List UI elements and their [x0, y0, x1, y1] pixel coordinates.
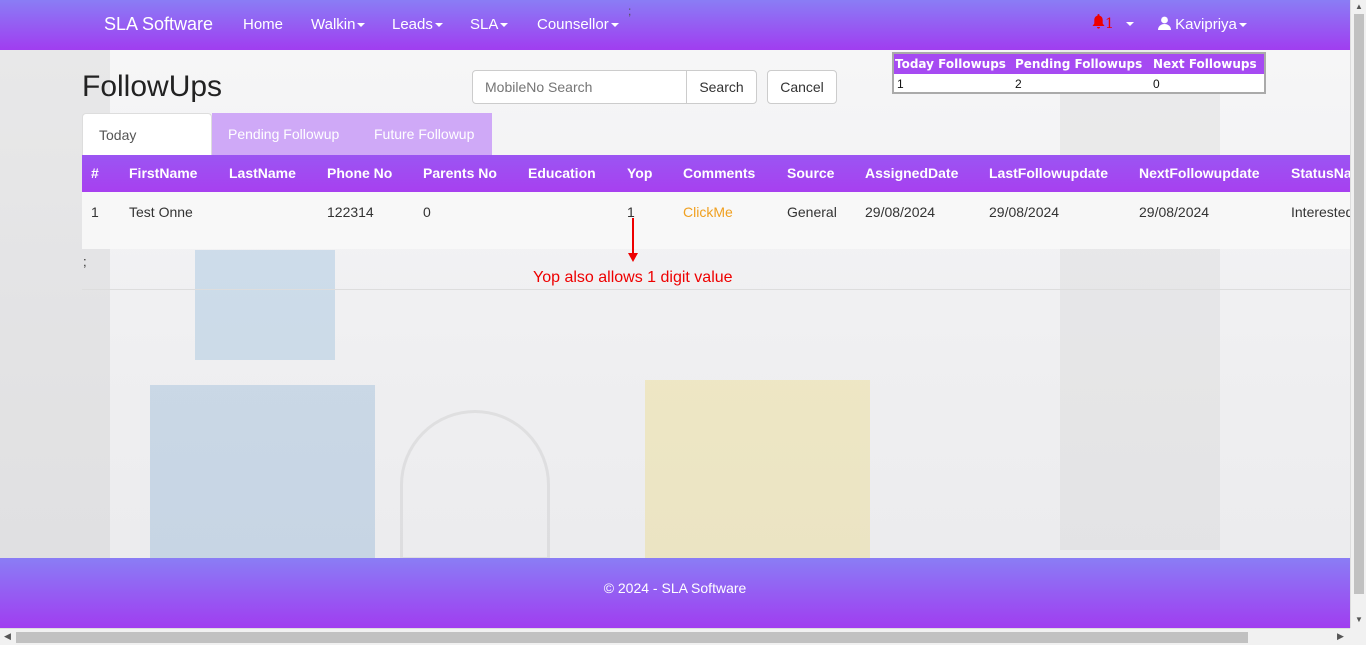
- chevron-down-icon: [357, 23, 366, 28]
- col-next-followup[interactable]: NextFollowupdate: [1139, 165, 1260, 181]
- scroll-up-icon[interactable]: ▲: [1355, 2, 1363, 11]
- chevron-down-icon: [500, 23, 509, 28]
- cancel-button[interactable]: Cancel: [767, 70, 837, 104]
- cell-number: 1: [91, 204, 99, 220]
- nav-sla[interactable]: SLA: [470, 16, 509, 33]
- horizontal-scrollbar[interactable]: ◀ ▶: [0, 628, 1350, 645]
- col-comments[interactable]: Comments: [683, 165, 755, 181]
- vertical-scroll-thumb[interactable]: [1354, 14, 1364, 594]
- col-number[interactable]: #: [91, 165, 99, 181]
- cell-last-followup: 29/08/2024: [989, 204, 1060, 220]
- chevron-down-icon: [1126, 22, 1135, 27]
- chevron-down-icon: [1238, 23, 1247, 28]
- top-navbar: SLA Software Home Walkin Leads SLA Couns…: [0, 0, 1350, 50]
- stray-text: ;: [628, 4, 632, 18]
- summary-value-pending: 2: [1015, 77, 1022, 91]
- cell-phone: 122314: [327, 204, 374, 220]
- cell-firstname: Test Onne: [129, 204, 193, 220]
- cell-parents-no: 0: [423, 204, 431, 220]
- clickme-link[interactable]: ClickMe: [683, 204, 733, 220]
- col-status[interactable]: StatusName: [1291, 165, 1350, 181]
- scroll-right-icon[interactable]: ▶: [1337, 631, 1344, 642]
- cell-next-followup: 29/08/2024: [1139, 204, 1210, 220]
- arrow-down-icon: [628, 253, 638, 262]
- col-education[interactable]: Education: [528, 165, 596, 181]
- search-button[interactable]: Search: [686, 70, 757, 104]
- annotation-text: Yop also allows 1 digit value: [533, 269, 733, 286]
- cell-status: Interested: [1291, 204, 1350, 220]
- page-footer: © 2024 - SLA Software: [0, 558, 1350, 628]
- col-yop[interactable]: Yop: [627, 165, 652, 181]
- mobile-search-input[interactable]: [472, 70, 688, 104]
- user-name: Kavipriya: [1175, 16, 1237, 33]
- col-assigned-date[interactable]: AssignedDate: [865, 165, 958, 181]
- vertical-scrollbar[interactable]: ▲ ▼: [1350, 0, 1366, 628]
- horizontal-scroll-thumb[interactable]: [16, 632, 1248, 643]
- followup-summary-table: Today Followups Pending Followups Next F…: [892, 52, 1266, 94]
- nav-leads-label: Leads: [392, 16, 433, 33]
- col-firstname[interactable]: FirstName: [129, 165, 197, 181]
- summary-header-next: Next Followups: [1153, 57, 1257, 71]
- summary-header-row: Today Followups Pending Followups Next F…: [894, 54, 1264, 74]
- tab-future-followup[interactable]: Future Followup: [358, 113, 492, 155]
- summary-value-next: 0: [1153, 77, 1160, 91]
- nav-sla-label: SLA: [470, 16, 499, 33]
- user-menu[interactable]: Kavipriya: [1158, 16, 1247, 33]
- summary-header-pending: Pending Followups: [1015, 57, 1143, 71]
- col-source[interactable]: Source: [787, 165, 834, 181]
- divider: [82, 289, 1350, 290]
- annotation-arrow: [632, 218, 634, 254]
- user-icon: [1158, 16, 1171, 30]
- nav-counsellor-label: Counsellor: [537, 16, 609, 33]
- scroll-left-icon[interactable]: ◀: [4, 631, 11, 642]
- brand-link[interactable]: SLA Software: [104, 14, 213, 35]
- col-parents-no[interactable]: Parents No: [423, 165, 497, 181]
- table-header-row: # FirstName LastName Phone No Parents No…: [82, 155, 1350, 192]
- scroll-down-icon[interactable]: ▼: [1355, 615, 1363, 624]
- nav-home-label: Home: [243, 16, 284, 33]
- nav-home[interactable]: Home: [243, 16, 283, 33]
- nav-walkin[interactable]: Walkin: [311, 16, 366, 33]
- chevron-down-icon: [610, 23, 619, 28]
- nav-counsellor[interactable]: Counsellor: [537, 16, 619, 33]
- table-row: 1 Test Onne 122314 0 1 ClickMe General 2…: [82, 192, 1350, 249]
- tab-pending-followup[interactable]: Pending Followup: [212, 113, 358, 155]
- summary-header-today: Today Followups: [895, 57, 1006, 71]
- cell-assigned-date: 29/08/2024: [865, 204, 936, 220]
- chevron-down-icon: [434, 23, 443, 28]
- stray-text: ;: [83, 254, 87, 269]
- tab-today-followup[interactable]: Today Followup: [82, 113, 212, 185]
- col-phone[interactable]: Phone No: [327, 165, 392, 181]
- nav-walkin-label: Walkin: [311, 16, 356, 33]
- notification-count: 1: [1105, 16, 1114, 32]
- notifications-dropdown[interactable]: 1: [1092, 14, 1135, 32]
- scrollbar-corner: [1350, 628, 1366, 645]
- page-title: FollowUps: [82, 70, 223, 103]
- col-last-followup[interactable]: LastFollowupdate: [989, 165, 1108, 181]
- bell-icon: [1092, 14, 1105, 29]
- col-lastname[interactable]: LastName: [229, 165, 296, 181]
- cell-source: General: [787, 204, 837, 220]
- summary-value-today: 1: [897, 77, 904, 91]
- nav-leads[interactable]: Leads: [392, 16, 443, 33]
